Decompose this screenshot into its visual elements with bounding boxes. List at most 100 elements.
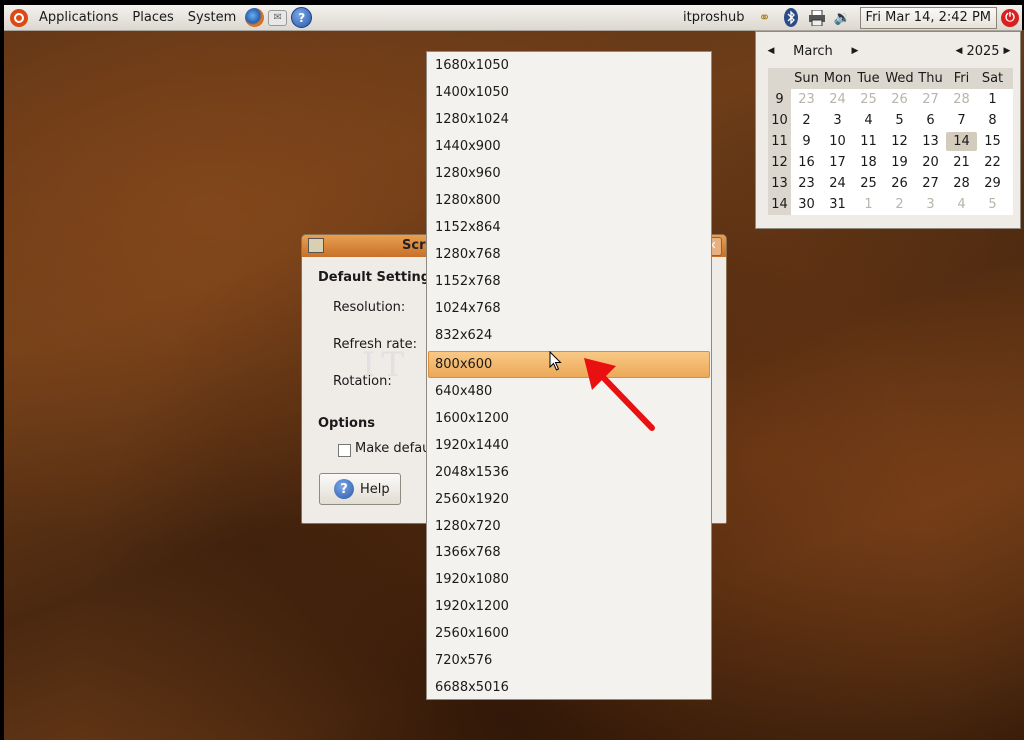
resolution-option[interactable]: 1280x768	[427, 242, 711, 269]
resolution-option[interactable]: 2048x1536	[427, 460, 711, 487]
calendar-day[interactable]: 6	[915, 113, 946, 128]
power-icon[interactable]: ⏻	[1001, 8, 1019, 27]
calendar-day[interactable]: 23	[791, 176, 822, 191]
calendar-day[interactable]: 29	[977, 176, 1008, 191]
resolution-option[interactable]: 1920x1200	[427, 594, 711, 621]
section-default-settings: Default Setting	[318, 270, 431, 285]
dialog-title: Scr	[402, 238, 426, 253]
resolution-option[interactable]: 6688x5016	[427, 675, 711, 702]
calendar-week-row: 12 16 17 18 19 20 21 22	[768, 152, 1013, 173]
username-label[interactable]: itproshub	[676, 5, 751, 30]
clock[interactable]: Fri Mar 14, 2:42 PM	[859, 6, 997, 29]
calendar-weekday: Wed	[885, 71, 914, 86]
calendar-day[interactable]: 31	[822, 197, 853, 212]
calendar-day[interactable]: 16	[791, 155, 822, 170]
calendar-day[interactable]: 22	[977, 155, 1008, 170]
calendar-day[interactable]: 8	[977, 113, 1008, 128]
calendar-day[interactable]: 1	[853, 197, 884, 212]
help-button[interactable]: ? Help	[319, 473, 401, 505]
resolution-dropdown-list[interactable]: 1680x1050 1400x1050 1280x1024 1440x900 1280x…	[426, 51, 712, 700]
resolution-option[interactable]: 2560x1920	[427, 487, 711, 514]
calendar-day[interactable]: 17	[822, 155, 853, 170]
bluetooth-icon[interactable]	[781, 8, 801, 28]
resolution-option[interactable]: 1024x768	[427, 296, 711, 323]
ubuntu-logo-icon[interactable]	[10, 8, 28, 27]
calendar-week-number: 10	[768, 110, 791, 131]
resolution-option[interactable]: 1280x960	[427, 161, 711, 188]
resolution-option[interactable]: 1280x800	[427, 188, 711, 215]
calendar-day[interactable]: 2	[791, 113, 822, 128]
resolution-option[interactable]: 1600x1200	[427, 406, 711, 433]
calendar-day[interactable]: 15	[977, 134, 1008, 149]
calendar-day[interactable]: 4	[946, 197, 977, 212]
mail-icon[interactable]: ✉	[268, 9, 288, 26]
calendar-day[interactable]: 24	[822, 92, 853, 107]
make-default-checkbox[interactable]	[338, 444, 351, 457]
calendar-day[interactable]: 25	[853, 92, 884, 107]
resolution-option[interactable]: 800x600	[428, 350, 710, 378]
calendar-week-row: 13 23 24 25 26 27 28 29	[768, 173, 1013, 194]
calendar-day[interactable]: 18	[853, 155, 884, 170]
resolution-option[interactable]: 1152x864	[427, 215, 711, 242]
calendar-day[interactable]: 27	[915, 176, 946, 191]
calendar-day[interactable]: 5	[977, 197, 1008, 212]
firefox-icon[interactable]	[245, 8, 265, 27]
calendar-day[interactable]: 11	[853, 134, 884, 149]
calendar-day[interactable]: 1	[977, 92, 1008, 107]
calendar-day[interactable]: 28	[946, 176, 977, 191]
calendar-day[interactable]: 23	[791, 92, 822, 107]
resolution-option[interactable]: 2560x1600	[427, 621, 711, 648]
calendar-day[interactable]: 24	[822, 176, 853, 191]
calendar-day[interactable]: 27	[915, 92, 946, 107]
menu-places[interactable]: Places	[125, 5, 180, 30]
calendar-day[interactable]: 12	[884, 134, 915, 149]
calendar-weekday-row: Sun Mon Tue Wed Thu Fri Sat	[768, 68, 1013, 89]
resolution-option[interactable]: 1680x1050	[427, 53, 711, 80]
make-default-label[interactable]: Make defau	[355, 441, 430, 456]
resolution-option[interactable]: 720x576	[427, 648, 711, 675]
resolution-option[interactable]: 1920x1440	[427, 433, 711, 460]
volume-icon[interactable]: 🔉	[833, 8, 853, 28]
calendar-day[interactable]: 28	[946, 92, 977, 107]
printer-icon[interactable]	[807, 8, 827, 28]
network-icon[interactable]: ⚭	[755, 8, 775, 28]
calendar-day[interactable]: 14	[946, 132, 977, 151]
resolution-option[interactable]: 1280x1024	[427, 107, 711, 134]
calendar-day[interactable]: 19	[884, 155, 915, 170]
calendar-day[interactable]: 2	[884, 197, 915, 212]
calendar-day[interactable]: 3	[822, 113, 853, 128]
menu-system[interactable]: System	[181, 5, 243, 30]
calendar-day[interactable]: 10	[822, 134, 853, 149]
resolution-option[interactable]: 1280x720	[427, 514, 711, 541]
calendar-day[interactable]: 13	[915, 134, 946, 149]
next-year-icon[interactable]: ▶	[1000, 46, 1014, 56]
calendar-day[interactable]: 25	[853, 176, 884, 191]
calendar-day[interactable]: 5	[884, 113, 915, 128]
menu-applications[interactable]: Applications	[32, 5, 125, 30]
resolution-option[interactable]: 1152x768	[427, 269, 711, 296]
resolution-option[interactable]: 640x480	[427, 379, 711, 406]
calendar-day[interactable]: 9	[791, 134, 822, 149]
calendar-day[interactable]: 21	[946, 155, 977, 170]
resolution-option[interactable]: 1440x900	[427, 134, 711, 161]
help-icon[interactable]: ?	[291, 7, 313, 28]
calendar-week-row: 9 23 24 25 26 27 28 1	[768, 89, 1013, 110]
prev-month-icon[interactable]: ◀	[764, 46, 778, 56]
calendar-day[interactable]: 7	[946, 113, 977, 128]
calendar-day[interactable]: 26	[884, 176, 915, 191]
resolution-option[interactable]: 1366x768	[427, 540, 711, 567]
calendar-day[interactable]: 3	[915, 197, 946, 212]
display-icon	[308, 238, 324, 253]
resolution-option[interactable]: 832x624	[427, 323, 711, 350]
calendar-day[interactable]: 4	[853, 113, 884, 128]
calendar-day[interactable]: 26	[884, 92, 915, 107]
resolution-option[interactable]: 1400x1050	[427, 80, 711, 107]
calendar-corner	[768, 68, 791, 89]
calendar-weekday: Fri	[953, 71, 970, 86]
calendar-year: 2025	[966, 43, 1000, 59]
next-month-icon[interactable]: ▶	[848, 46, 862, 56]
resolution-option[interactable]: 1920x1080	[427, 567, 711, 594]
prev-year-icon[interactable]: ◀	[952, 46, 966, 56]
calendar-day[interactable]: 20	[915, 155, 946, 170]
calendar-day[interactable]: 30	[791, 197, 822, 212]
